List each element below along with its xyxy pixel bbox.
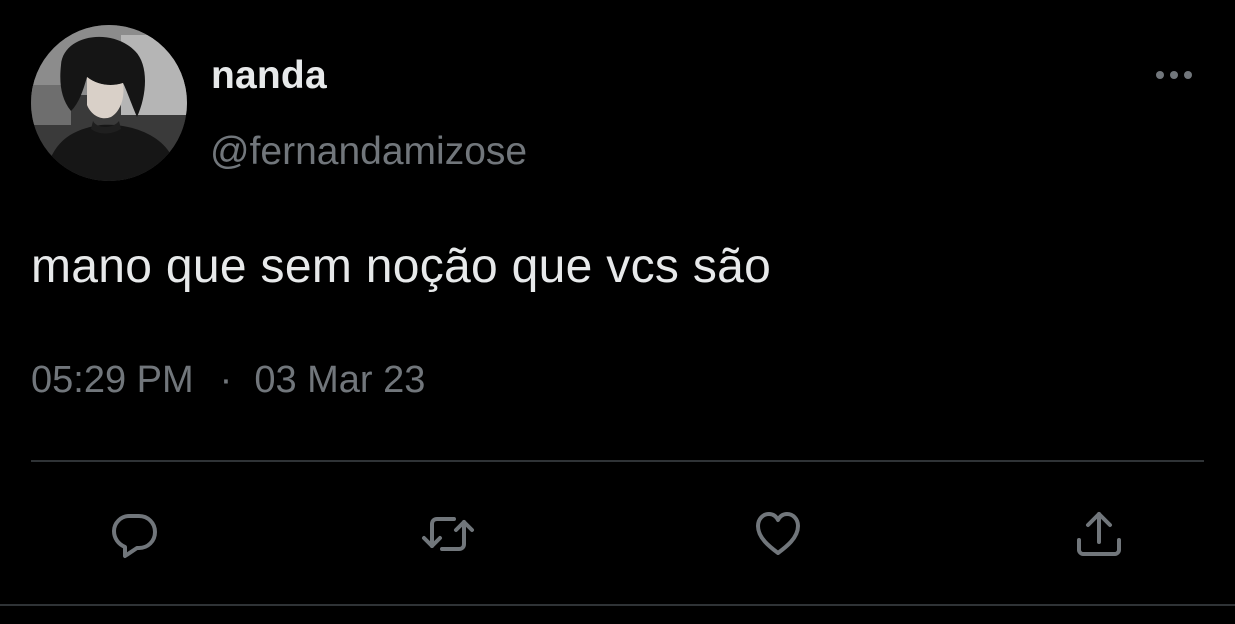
retweet-arrows-icon xyxy=(422,517,474,551)
user-handle[interactable]: @fernandamizose xyxy=(210,128,527,176)
profile-photo-icon xyxy=(31,25,187,181)
heart-icon xyxy=(756,512,800,555)
ellipsis-icon xyxy=(1156,71,1192,79)
share-upload-icon xyxy=(1077,512,1121,556)
meta-separator: · xyxy=(219,359,233,401)
tweet-date[interactable]: 03 Mar 23 xyxy=(254,359,425,401)
like-button[interactable] xyxy=(750,506,806,562)
tweet-text: mano que sem noção que vcs são xyxy=(31,240,772,293)
divider xyxy=(31,460,1204,462)
reply-button[interactable] xyxy=(107,506,163,562)
avatar[interactable] xyxy=(31,25,187,181)
retweet-button[interactable] xyxy=(420,506,476,562)
more-options-button[interactable] xyxy=(1150,60,1198,90)
tweet-meta: 05:29 PM · 03 Mar 23 xyxy=(31,356,425,404)
tweet-card: nanda @fernandamizose mano que sem noção… xyxy=(0,0,1235,624)
speech-bubble-icon xyxy=(112,514,157,558)
share-button[interactable] xyxy=(1071,506,1127,562)
tweet-time[interactable]: 05:29 PM xyxy=(31,359,194,401)
bottom-divider xyxy=(0,604,1235,606)
display-name[interactable]: nanda xyxy=(211,52,327,100)
